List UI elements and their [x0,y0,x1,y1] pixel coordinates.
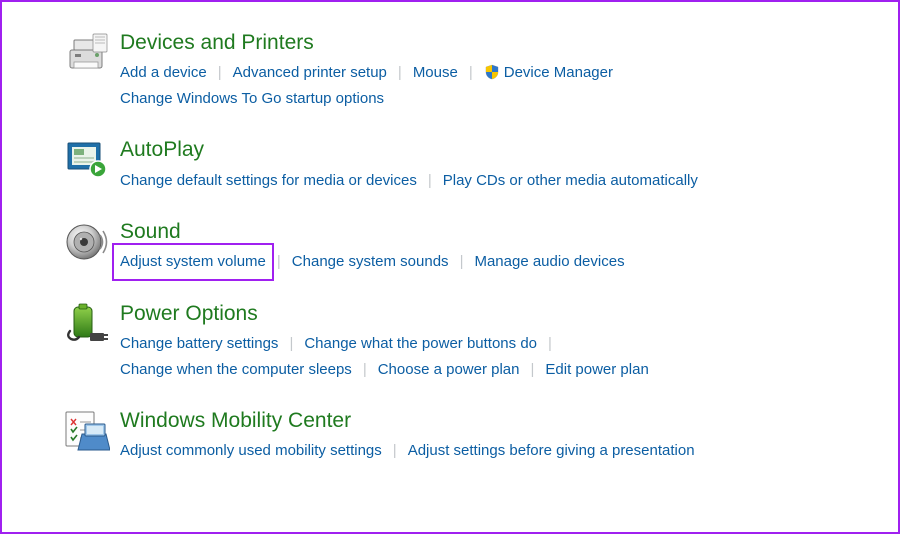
presentation-settings-link[interactable]: Adjust settings before giving a presenta… [408,438,695,464]
section-autoplay: AutoPlay Change default settings for med… [64,137,868,193]
sound-heading[interactable]: Sound [120,219,868,245]
play-cds-link[interactable]: Play CDs or other media automatically [443,168,698,194]
advanced-printer-setup-link[interactable]: Advanced printer setup [233,60,387,86]
change-power-buttons-link[interactable]: Change what the power buttons do [304,331,537,357]
separator: | [537,331,563,357]
change-windows-to-go-link[interactable]: Change Windows To Go startup options [120,86,384,112]
section-devices-and-printers: Devices and Printers Add a device | Adva… [64,30,868,111]
separator: | [382,438,408,464]
separator: | [266,249,292,275]
section-windows-mobility-center: Windows Mobility Center Adjust commonly … [64,408,868,464]
mobility-center-icon[interactable] [64,408,120,454]
device-manager-link[interactable]: Device Manager [484,60,613,86]
separator: | [458,60,484,86]
adjust-system-volume-link[interactable]: Adjust system volume [116,247,270,277]
section-sound: Sound Adjust system volume | Change syst… [64,219,868,275]
choose-power-plan-link[interactable]: Choose a power plan [378,357,520,383]
edit-power-plan-link[interactable]: Edit power plan [545,357,648,383]
separator: | [387,60,413,86]
separator: | [417,168,443,194]
separator: | [519,357,545,383]
autoplay-icon[interactable] [64,137,120,181]
sound-icon[interactable] [64,219,120,263]
separator: | [278,331,304,357]
devices-and-printers-heading[interactable]: Devices and Printers [120,30,868,56]
change-sleep-link[interactable]: Change when the computer sleeps [120,357,352,383]
power-options-heading[interactable]: Power Options [120,301,868,327]
mobility-center-heading[interactable]: Windows Mobility Center [120,408,868,434]
separator: | [449,249,475,275]
device-manager-label: Device Manager [504,64,613,81]
power-options-icon[interactable] [64,301,120,347]
section-power-options: Power Options Change battery settings | … [64,301,868,382]
change-battery-settings-link[interactable]: Change battery settings [120,331,278,357]
add-a-device-link[interactable]: Add a device [120,60,207,86]
change-system-sounds-link[interactable]: Change system sounds [292,249,449,275]
autoplay-heading[interactable]: AutoPlay [120,137,868,163]
manage-audio-devices-link[interactable]: Manage audio devices [474,249,624,275]
devices-and-printers-icon[interactable] [64,30,120,74]
separator: | [207,60,233,86]
separator: | [352,357,378,383]
uac-shield-icon [484,64,500,80]
mouse-link[interactable]: Mouse [413,60,458,86]
change-default-settings-link[interactable]: Change default settings for media or dev… [120,168,417,194]
adjust-mobility-settings-link[interactable]: Adjust commonly used mobility settings [120,438,382,464]
